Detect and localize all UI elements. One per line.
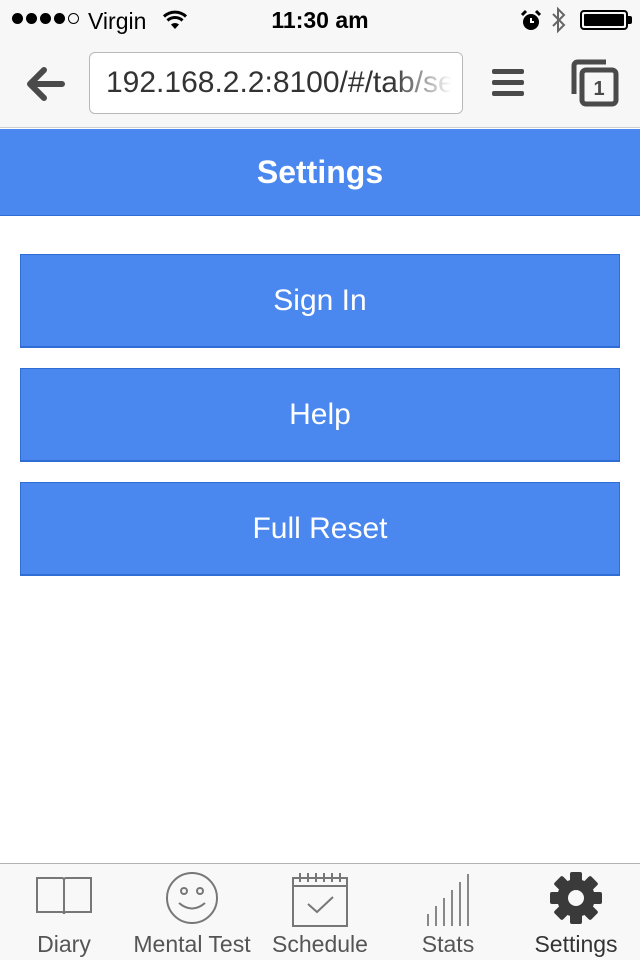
tab-label-mental-test: Mental Test	[133, 931, 251, 957]
alarm-icon	[519, 9, 543, 38]
tab-schedule[interactable]: Schedule	[256, 864, 384, 960]
full-reset-button[interactable]: Full Reset	[20, 482, 620, 576]
url-text: 192.168.2.2:8100/#/tab/settings	[106, 66, 463, 99]
calendar-check-icon	[290, 870, 350, 933]
tab-count: 1	[593, 78, 604, 100]
tab-stats[interactable]: Stats	[384, 864, 512, 960]
smiley-icon	[164, 870, 220, 931]
tab-label-schedule: Schedule	[272, 931, 368, 957]
bluetooth-icon	[550, 6, 568, 39]
gear-icon	[548, 870, 604, 931]
sign-in-button[interactable]: Sign In	[20, 254, 620, 348]
book-icon	[34, 870, 94, 925]
tab-label-diary: Diary	[37, 931, 91, 957]
tab-bar: Diary Mental Test Schedule Stats Setting…	[0, 863, 640, 960]
status-bar: Virgin 11:30 am	[0, 0, 640, 40]
hamburger-menu-icon[interactable]	[492, 69, 524, 99]
tab-label-stats: Stats	[421, 931, 475, 957]
url-field[interactable]: 192.168.2.2:8100/#/tab/settings	[89, 52, 463, 114]
tab-label-settings: Settings	[534, 931, 618, 957]
battery-icon	[580, 10, 628, 30]
status-time: 11:30 am	[271, 7, 369, 33]
back-arrow-icon[interactable]	[22, 64, 66, 104]
tab-settings[interactable]: Settings	[512, 864, 640, 960]
tab-diary[interactable]: Diary	[0, 864, 128, 960]
tab-mental-test[interactable]: Mental Test	[128, 864, 256, 960]
help-button[interactable]: Help	[20, 368, 620, 462]
browser-toolbar: 192.168.2.2:8100/#/tab/settings 1	[0, 40, 640, 128]
bar-stats-icon	[422, 870, 474, 933]
tabs-icon[interactable]: 1	[570, 58, 620, 108]
battery-tip	[628, 16, 632, 24]
page-title: Settings	[256, 153, 384, 190]
page-header: Settings	[0, 129, 640, 216]
